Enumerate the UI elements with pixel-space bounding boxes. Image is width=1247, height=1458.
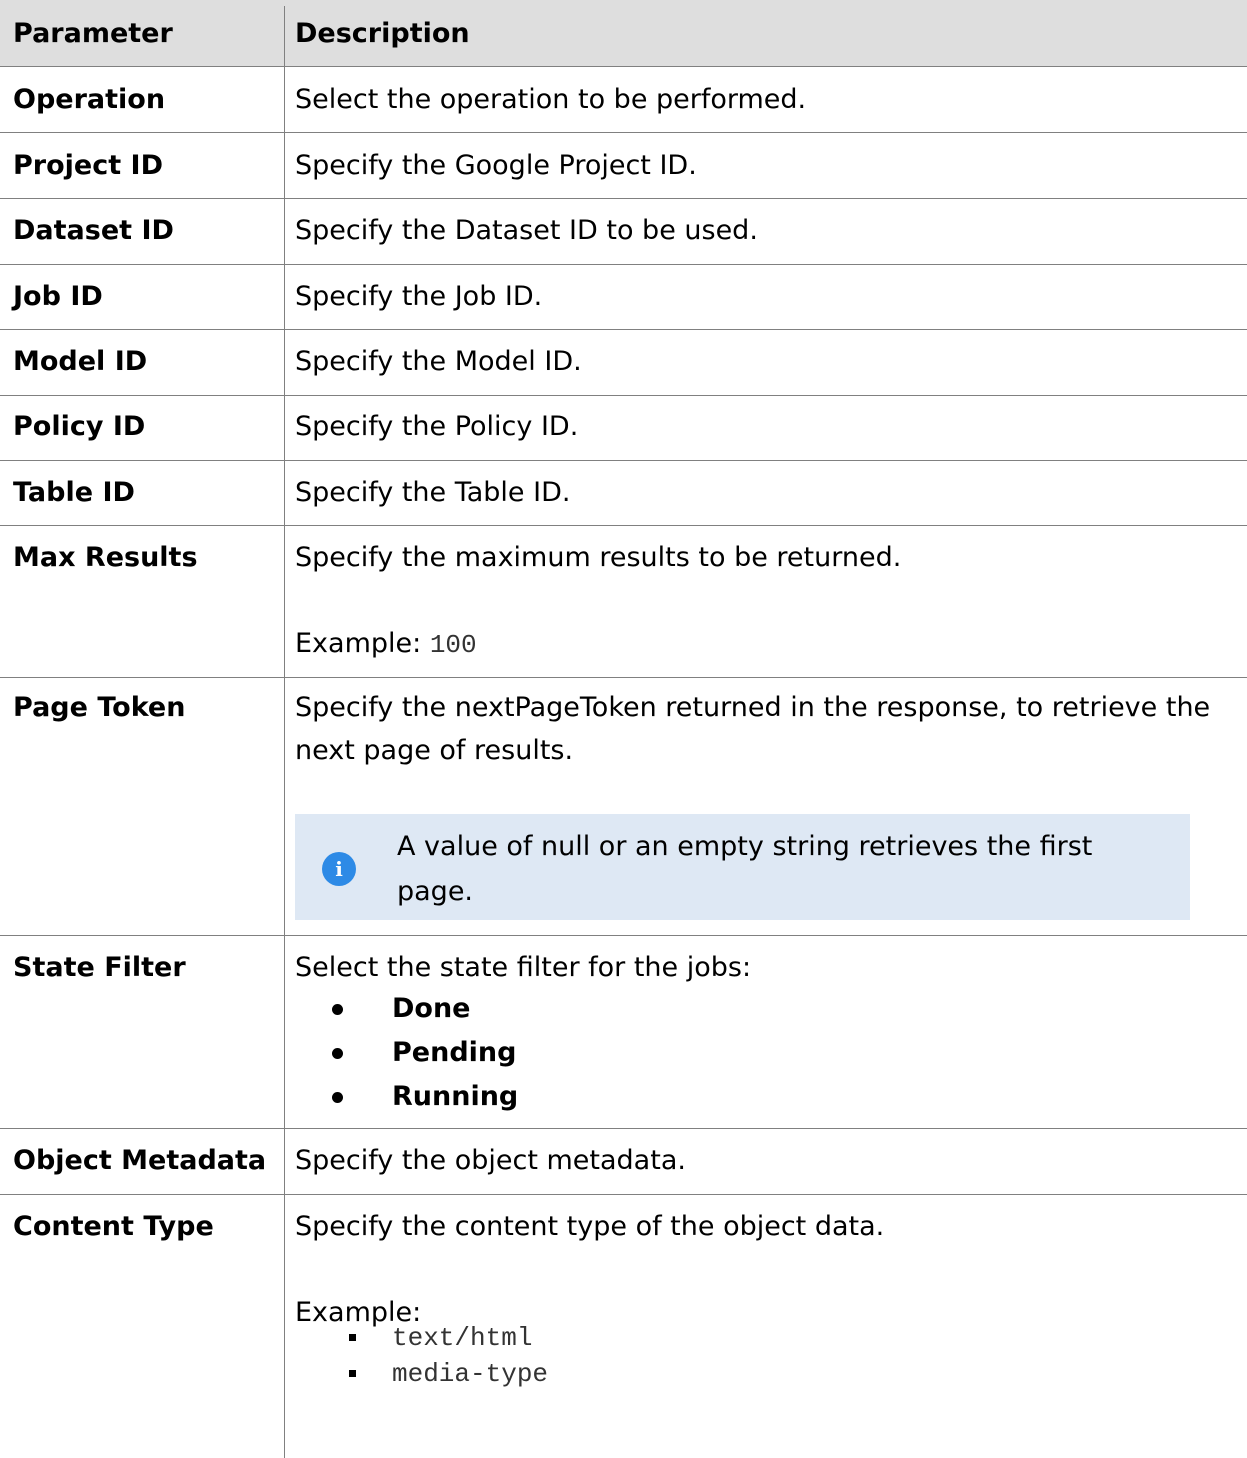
table-row-description: Specify the object metadata. [295,1145,686,1176]
row-divider [0,1194,1247,1195]
state-option: Done [392,993,471,1024]
table-row-parameter: Max Results [13,542,198,573]
table-row-description: Specify the Model ID. [295,346,582,377]
row-divider [0,677,1247,678]
bullet-icon [332,1048,343,1059]
table-row-description-line2: next page of results. [295,735,574,766]
table-row-parameter: Table ID [13,477,135,508]
table-row-description: Specify the Job ID. [295,281,543,312]
header-description: Description [295,18,470,49]
bullet-icon [332,1004,343,1015]
table-row-parameter: Policy ID [13,411,146,442]
table-row-description: Specify the Dataset ID to be used. [295,215,758,246]
row-divider [0,329,1247,330]
content-type-example: media-type [392,1359,549,1389]
example-value: 100 [429,630,477,660]
note-text-line2: page. [397,876,474,907]
row-divider [0,525,1247,526]
table-header [0,0,1247,67]
content-type-example: text/html [392,1323,533,1353]
table-row-description-line1: Specify the nextPageToken returned in th… [295,692,1211,723]
table-row-description: Select the operation to be performed. [295,84,807,115]
note-text-line1: A value of null or an empty string retri… [397,831,1093,862]
example-label: Example: [295,628,422,659]
table-row-description: Specify the Google Project ID. [295,150,697,181]
table-row-parameter: Object Metadata [13,1145,267,1176]
table-row-parameter: Project ID [13,150,163,181]
table-row-description: Specify the Table ID. [295,477,571,508]
example-line: Example: 100 [295,626,477,663]
table-row-description: Specify the content type of the object d… [295,1211,885,1242]
table-row-description: Select the state filter for the jobs: [295,952,752,983]
header-parameter: Parameter [13,18,173,49]
row-divider [0,198,1247,199]
table-row-parameter: Model ID [13,346,148,377]
row-divider [0,1128,1247,1129]
bullet-icon [332,1092,343,1103]
row-divider [0,264,1247,265]
table-row-parameter: Page Token [13,692,186,723]
table-row-parameter: Job ID [13,281,103,312]
table-row-parameter: Operation [13,84,166,115]
square-bullet-icon [349,1370,356,1377]
state-option: Pending [392,1037,517,1068]
table-row-parameter: Dataset ID [13,215,174,246]
row-divider [0,935,1247,936]
state-option: Running [392,1081,519,1112]
table-row-parameter: Content Type [13,1211,214,1242]
square-bullet-icon [349,1334,356,1341]
row-divider [0,132,1247,133]
row-divider [0,395,1247,396]
column-divider [284,6,285,1458]
table-row-parameter: State Filter [13,952,186,983]
info-icon: i [322,852,356,886]
table-row-description: Specify the Policy ID. [295,411,579,442]
row-divider [0,460,1247,461]
table-row-description: Specify the maximum results to be return… [295,542,902,573]
